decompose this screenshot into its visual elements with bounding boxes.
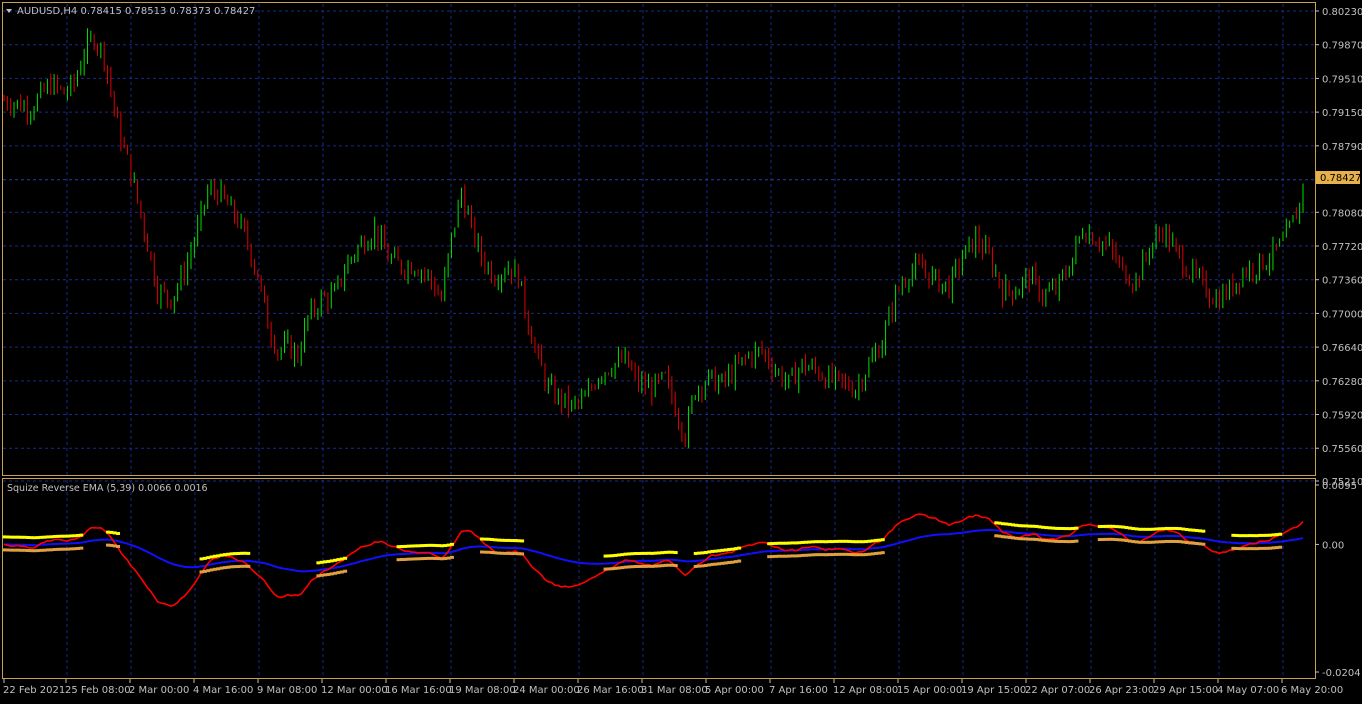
time-tick-label: 4 May 07:00	[1217, 685, 1279, 696]
squeeze-dot-upper	[520, 539, 525, 543]
squeeze-dot-upper	[1201, 529, 1206, 533]
squeeze-dot-upper	[880, 538, 885, 542]
price-tick-label: 0.76280	[1322, 377, 1362, 388]
price-tick-label: 0.75560	[1322, 444, 1362, 455]
chart-root[interactable]: 0.80230 0.79870 0.79510 0.79150 0.78790 0.780…	[0, 0, 1362, 700]
time-tick-label: 9 Mar 08:00	[257, 685, 317, 696]
time-tick-label: 2 Mar 00:00	[129, 685, 189, 696]
price-tick-label: 0.79510	[1322, 74, 1362, 85]
price-tick-label: 0.75920	[1322, 411, 1362, 422]
squeeze-dot-lower	[116, 544, 121, 548]
squeeze-dot-lower	[79, 546, 84, 550]
indicator-title: Squize Reverse EMA (5,39) 0.0066 0.0016	[7, 483, 208, 494]
current-price-tag: 0.78427	[1316, 171, 1361, 184]
squeeze-dot-lower	[1278, 545, 1283, 549]
price-tick-label: 0.77720	[1322, 242, 1362, 253]
squeeze-dot-lower	[246, 564, 251, 568]
squeeze-dot-lower	[520, 552, 525, 556]
squeeze-dot-upper	[79, 533, 84, 537]
price-tick-label: 0.80230	[1322, 7, 1362, 18]
time-tick-label: 6 May 20:00	[1281, 685, 1343, 696]
squeeze-dot-lower	[1201, 542, 1206, 546]
time-tick-label: 12 Mar 00:00	[321, 685, 388, 696]
squeeze-dot-lower	[1074, 539, 1079, 543]
squeeze-dot-upper	[246, 551, 251, 555]
time-tick-label: 26 Mar 16:00	[577, 685, 644, 696]
price-tick-label: 0.78080	[1322, 208, 1362, 219]
squeeze-dot-upper	[673, 551, 678, 555]
squeeze-dot-lower	[673, 564, 678, 568]
squeeze-dot-upper	[1278, 532, 1283, 536]
chart-canvas[interactable]: 0.80230 0.79870 0.79510 0.79150 0.78790 0.780…	[0, 0, 1362, 700]
squeeze-dot-lower	[737, 559, 742, 563]
price-tick-label: 0.76640	[1322, 343, 1362, 354]
time-tick-label: 29 Apr 15:00	[1153, 685, 1218, 696]
current-price-label: 0.78427	[1320, 173, 1361, 184]
time-tick-label: 7 Apr 16:00	[769, 685, 828, 696]
squeeze-dot-upper	[343, 556, 348, 560]
time-tick-label: 24 Mar 00:00	[513, 685, 580, 696]
time-tick-label: 19 Apr 15:00	[961, 685, 1026, 696]
background	[0, 0, 1362, 700]
price-tick-label: 0.78790	[1322, 142, 1362, 153]
time-tick-label: 12 Apr 08:00	[833, 685, 898, 696]
squeeze-dot-lower	[343, 569, 348, 573]
time-tick-label: 25 Feb 08:00	[65, 685, 131, 696]
time-tick-label: 19 Mar 08:00	[449, 685, 516, 696]
price-tick-label: 0.79870	[1322, 41, 1362, 52]
indicator-tick-label: 0.0095	[1322, 481, 1357, 492]
time-tick-label: 5 Apr 00:00	[705, 685, 764, 696]
time-tick-label: 22 Feb 2021	[3, 685, 65, 696]
squeeze-dot-upper	[1074, 526, 1079, 530]
time-tick-label: 31 Mar 08:00	[641, 685, 708, 696]
symbol-info: AUDUSD,H4 0.78415 0.78513 0.78373 0.7842…	[17, 6, 255, 17]
indicator-tick-label: 0.00	[1322, 540, 1344, 551]
time-tick-label: 22 Apr 07:00	[1025, 685, 1090, 696]
indicator-tick-label: -0.0204	[1322, 668, 1361, 679]
time-tick-label: 16 Mar 16:00	[385, 685, 452, 696]
price-tick-label: 0.77360	[1322, 276, 1362, 287]
time-tick-label: 26 Apr 23:00	[1089, 685, 1154, 696]
squeeze-dot-lower	[880, 551, 885, 555]
squeeze-dot-upper	[116, 531, 121, 535]
symbol-header[interactable]: AUDUSD,H4 0.78415 0.78513 0.78373 0.7842…	[6, 6, 255, 17]
squeeze-dot-upper	[449, 542, 454, 546]
price-tick-label: 0.77000	[1322, 309, 1362, 320]
squeeze-dot-lower	[449, 555, 454, 559]
time-tick-label: 4 Mar 16:00	[193, 685, 253, 696]
squeeze-dot-upper	[737, 546, 742, 550]
price-tick-label: 0.79150	[1322, 108, 1362, 119]
price-axis: 0.80230 0.79870 0.79510 0.79150 0.78790 0.780…	[1315, 7, 1362, 488]
time-tick-label: 15 Apr 00:00	[897, 685, 962, 696]
